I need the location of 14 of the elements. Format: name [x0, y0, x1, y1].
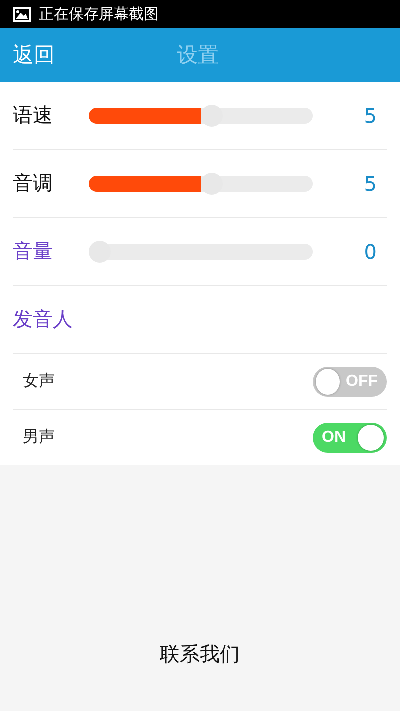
section-title: 发音人 [13, 306, 73, 333]
option-label: 女声 [23, 371, 55, 392]
contact-link[interactable]: 联系我们 [160, 641, 240, 668]
slider-value: 5 [364, 172, 377, 196]
page-title: 设置 [177, 42, 219, 69]
toggle-switch[interactable]: ON [313, 422, 387, 452]
slider-value: 0 [364, 240, 377, 264]
back-button[interactable]: 返回 [13, 41, 177, 69]
option-label: 男声 [23, 427, 55, 448]
slider-value: 5 [364, 104, 377, 128]
slider-label: 音调 [13, 170, 54, 197]
notification-text: 正在保存屏幕截图 [39, 4, 159, 24]
slider-label: 语速 [13, 102, 54, 129]
slider-label: 音量 [13, 238, 54, 265]
